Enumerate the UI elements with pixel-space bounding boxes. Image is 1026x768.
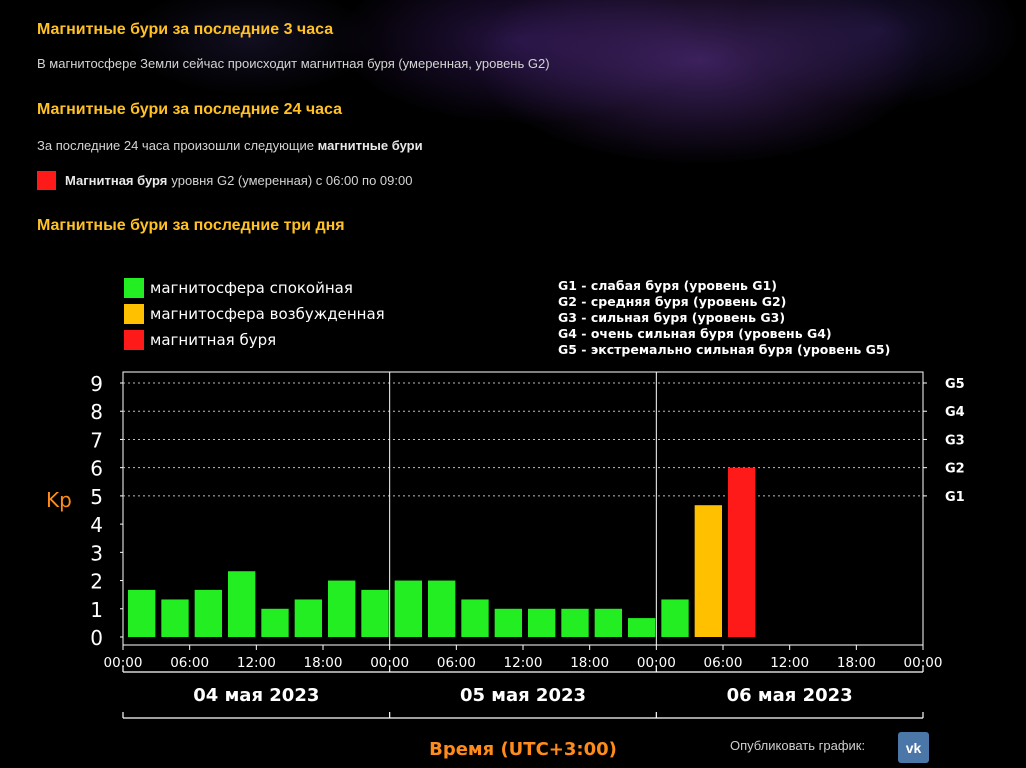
g-tick-label: G5 [945, 377, 965, 392]
y-axis-label: Kp [46, 488, 72, 512]
heading-last-3-hours: Магнитные бури за последние 3 часа [37, 21, 334, 38]
y-tick-label: 0 [90, 626, 103, 650]
x-tick-label: 06:00 [704, 655, 743, 671]
kp-bar [594, 608, 622, 637]
g-legend-entry: G1 - слабая буря (уровень G1) [558, 278, 777, 293]
kp-bar [728, 467, 756, 637]
kp-bar [328, 580, 356, 637]
x-tick-label: 18:00 [304, 655, 343, 671]
kp-bar [661, 599, 689, 637]
kp-bar [561, 608, 589, 637]
y-tick-label: 6 [90, 457, 103, 481]
y-tick-label: 2 [90, 570, 103, 594]
heading-last-24-hours: Магнитные бури за последние 24 часа [37, 101, 342, 118]
x-tick-label: 06:00 [170, 655, 209, 671]
legend-swatch [124, 278, 144, 298]
y-tick-label: 7 [90, 428, 103, 452]
kp-bar [694, 505, 722, 637]
storm-entry: Магнитная буря уровня G2 (умеренная) с 0… [37, 170, 412, 190]
y-tick-label: 5 [90, 485, 103, 509]
kp-bar [228, 571, 256, 637]
x-tick-label: 18:00 [570, 655, 609, 671]
legend-label: магнитосфера спокойная [150, 279, 353, 297]
g-tick-label: G2 [945, 462, 965, 477]
kp-bar [261, 608, 289, 637]
g-legend-entry: G3 - сильная буря (уровень G3) [558, 310, 785, 325]
y-tick-label: 3 [90, 541, 103, 565]
x-tick-label: 18:00 [837, 655, 876, 671]
legend-label: магнитосфера возбужденная [150, 305, 385, 323]
day-label: 06 мая 2023 [727, 685, 853, 706]
x-tick-label: 12:00 [504, 655, 543, 671]
publish-label: Опубликовать график: [730, 738, 866, 753]
y-tick-label: 1 [90, 598, 103, 622]
kp-bar [361, 589, 389, 637]
legend-label: магнитная буря [150, 331, 276, 349]
x-tick-label: 12:00 [237, 655, 276, 671]
storm-entry-bold: Магнитная буря [65, 172, 168, 188]
g-legend-entry: G5 - экстремально сильная буря (уровень … [558, 342, 890, 357]
y-tick-label: 4 [90, 513, 103, 537]
g-legend-entry: G4 - очень сильная буря (уровень G4) [558, 326, 832, 341]
vk-icon[interactable]: vk [898, 732, 929, 763]
y-tick-label: 8 [90, 400, 103, 424]
storm-level-swatch [37, 170, 56, 190]
kp-bar [628, 618, 656, 637]
x-tick-label: 12:00 [770, 655, 809, 671]
kp-bar [128, 589, 156, 637]
kp-bar [394, 580, 422, 637]
g-legend-entry: G2 - средняя буря (уровень G2) [558, 294, 786, 309]
legend-swatch [124, 304, 144, 324]
storms-24h-bold: магнитные бури [317, 138, 423, 153]
g-tick-label: G3 [945, 433, 965, 448]
kp-index-chart: магнитосфера спокойная магнитосфера возбу… [46, 278, 965, 760]
current-status-text: В магнитосфере Земли сейчас происходит м… [37, 56, 550, 71]
kp-bar [161, 599, 189, 637]
kp-bar [428, 580, 456, 637]
storms-24h-plain: За последние 24 часа произошли следующие [37, 138, 318, 153]
y-tick-label: 9 [90, 372, 103, 396]
kp-bar [528, 608, 556, 637]
storms-24h-text: За последние 24 часа произошли следующие… [37, 138, 423, 153]
x-tick-label: 06:00 [437, 655, 476, 671]
legend-swatch [124, 330, 144, 350]
kp-bar [294, 599, 322, 637]
storm-entry-text: уровня G2 (умеренная) с 06:00 по 09:00 [171, 172, 413, 188]
g-tick-label: G1 [945, 490, 965, 505]
g-tick-label: G4 [945, 405, 965, 420]
heading-last-3-days: Магнитные бури за последние три дня [37, 217, 345, 234]
kp-bar [194, 589, 222, 637]
kp-bar [494, 608, 522, 637]
vk-icon-text: vk [905, 739, 922, 756]
day-label: 04 мая 2023 [193, 685, 319, 706]
x-axis-label: Время (UTC+3:00) [429, 739, 617, 760]
kp-bar [461, 599, 489, 637]
day-label: 05 мая 2023 [460, 685, 586, 706]
